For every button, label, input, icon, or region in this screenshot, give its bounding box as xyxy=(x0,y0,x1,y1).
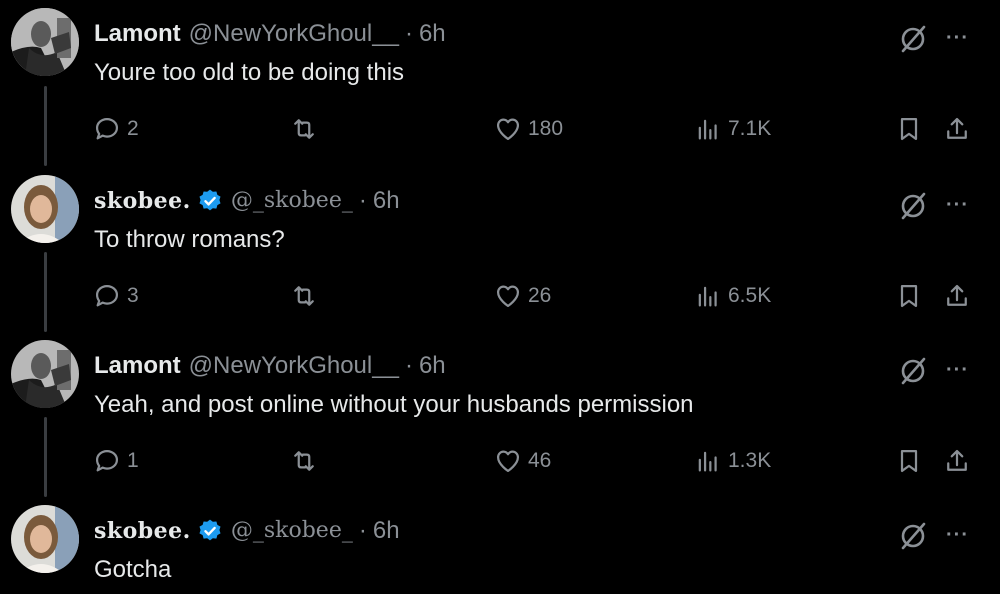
retweet-icon xyxy=(294,286,314,306)
display-name[interactable]: Lamont xyxy=(94,352,181,380)
reply-count: 3 xyxy=(127,284,139,307)
grok-icon[interactable] xyxy=(898,356,928,386)
more-options-icon[interactable]: ··· xyxy=(946,360,972,380)
bookmark-icon xyxy=(900,284,918,308)
like-count: 26 xyxy=(528,284,552,307)
tweet-text: Yeah, and post online without your husba… xyxy=(94,391,694,418)
action-bar: 2 180 7.1K xyxy=(0,112,1000,146)
retweet-icon xyxy=(294,119,314,139)
user-handle[interactable]: @_skobee_ xyxy=(231,517,353,545)
portrait-image xyxy=(11,8,79,76)
reply-icon xyxy=(95,284,119,307)
selfie-image xyxy=(11,505,79,573)
views-icon xyxy=(698,119,717,140)
separator-dot: · xyxy=(404,352,413,379)
heart-icon xyxy=(496,450,520,473)
reply-button[interactable]: 2 xyxy=(93,112,139,146)
view-count: 7.1K xyxy=(728,117,772,140)
like-count: 46 xyxy=(528,449,552,472)
separator-dot: · xyxy=(358,517,367,544)
separator-dot: · xyxy=(358,187,367,214)
bookmark-button[interactable] xyxy=(895,444,923,478)
selfie-image xyxy=(11,175,79,243)
timestamp[interactable]: 6h xyxy=(419,352,446,380)
tweet[interactable]: skobee. @_skobee_ · 6h ··· Gotcha xyxy=(0,505,1000,594)
share-icon xyxy=(947,284,967,306)
share-icon xyxy=(947,449,967,471)
more-options-icon[interactable]: ··· xyxy=(946,28,972,48)
tweet-header: Lamont @NewYorkGhoul__ · 6h xyxy=(94,20,446,48)
avatar[interactable] xyxy=(11,505,79,573)
tweet-header: skobee. @_skobee_ · 6h xyxy=(94,187,400,215)
display-name[interactable]: skobee. xyxy=(94,187,191,215)
user-handle[interactable]: @_skobee_ xyxy=(231,187,353,215)
tweet-header: skobee. @_skobee_ · 6h xyxy=(94,517,400,545)
bookmark-icon xyxy=(900,449,918,473)
action-bar: 1 46 1.3K xyxy=(0,444,1000,478)
portrait-image xyxy=(11,340,79,408)
reply-button[interactable]: 3 xyxy=(93,279,139,313)
retweet-button[interactable] xyxy=(290,444,324,478)
views-icon xyxy=(698,286,717,307)
share-button[interactable] xyxy=(943,279,971,313)
heart-icon xyxy=(496,118,520,141)
like-count: 180 xyxy=(528,117,564,140)
views-button[interactable]: 7.1K xyxy=(694,112,771,146)
share-icon xyxy=(947,117,967,139)
grok-icon[interactable] xyxy=(898,191,928,221)
tweet-text: Gotcha xyxy=(94,556,172,583)
more-options-icon[interactable]: ··· xyxy=(946,195,972,215)
tweet[interactable]: skobee. @_skobee_ · 6h ··· To throw roma… xyxy=(0,175,1000,325)
verified-badge-icon xyxy=(197,518,223,544)
view-count: 6.5K xyxy=(728,284,772,307)
share-button[interactable] xyxy=(943,444,971,478)
grok-icon[interactable] xyxy=(898,24,928,54)
timestamp[interactable]: 6h xyxy=(373,517,400,545)
view-count: 1.3K xyxy=(728,449,772,472)
bookmark-button[interactable] xyxy=(895,112,923,146)
views-button[interactable]: 1.3K xyxy=(694,444,771,478)
reply-count: 2 xyxy=(127,117,139,140)
avatar[interactable] xyxy=(11,175,79,243)
views-icon xyxy=(698,451,717,472)
reply-count: 1 xyxy=(127,449,139,472)
tweet[interactable]: Lamont @NewYorkGhoul__ · 6h ··· Yeah, an… xyxy=(0,340,1000,490)
avatar[interactable] xyxy=(11,340,79,408)
retweet-button[interactable] xyxy=(290,279,324,313)
display-name[interactable]: Lamont xyxy=(94,20,181,48)
share-button[interactable] xyxy=(943,112,971,146)
like-button[interactable]: 26 xyxy=(494,279,551,313)
user-handle[interactable]: @NewYorkGhoul__ xyxy=(189,20,399,48)
retweet-icon xyxy=(294,451,314,471)
retweet-button[interactable] xyxy=(290,112,324,146)
timestamp[interactable]: 6h xyxy=(373,187,400,215)
views-button[interactable]: 6.5K xyxy=(694,279,771,313)
action-bar: 3 26 6.5K xyxy=(0,279,1000,313)
tweet-text: Youre too old to be doing this xyxy=(94,59,405,86)
user-handle[interactable]: @NewYorkGhoul__ xyxy=(189,352,399,380)
separator-dot: · xyxy=(404,20,413,47)
like-button[interactable]: 180 xyxy=(494,112,563,146)
tweet-text: To throw romans? xyxy=(94,226,285,253)
verified-badge-icon xyxy=(197,188,223,214)
tweet[interactable]: Lamont @NewYorkGhoul__ · 6h ··· Youre to… xyxy=(0,8,1000,158)
more-options-icon[interactable]: ··· xyxy=(946,525,972,545)
tweet-header: Lamont @NewYorkGhoul__ · 6h xyxy=(94,352,446,380)
grok-icon[interactable] xyxy=(898,521,928,551)
avatar[interactable] xyxy=(11,8,79,76)
heart-icon xyxy=(496,285,520,308)
bookmark-icon xyxy=(900,117,918,141)
display-name[interactable]: skobee. xyxy=(94,517,191,545)
timestamp[interactable]: 6h xyxy=(419,20,446,48)
reply-icon xyxy=(95,117,119,140)
bookmark-button[interactable] xyxy=(895,279,923,313)
like-button[interactable]: 46 xyxy=(494,444,551,478)
reply-button[interactable]: 1 xyxy=(93,444,139,478)
reply-icon xyxy=(95,449,119,472)
